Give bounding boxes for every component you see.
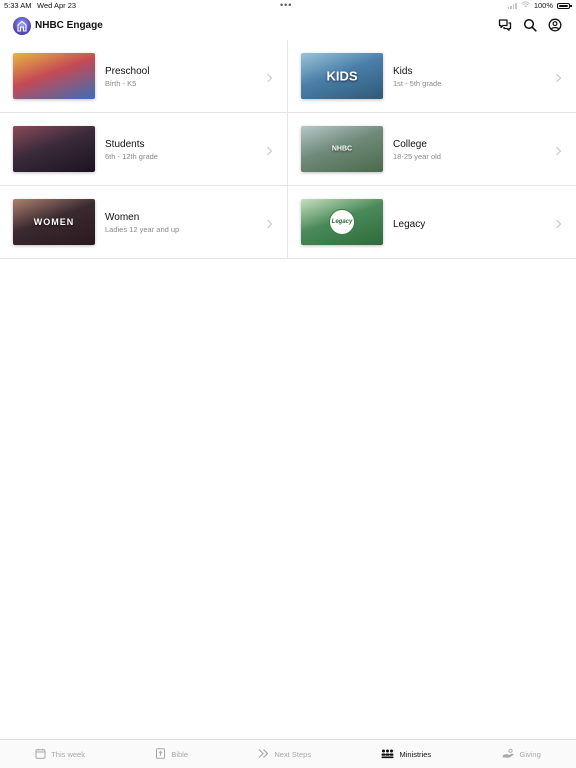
ministry-card-students[interactable]: Students 6th - 12th grade [0,113,288,185]
church-logo-icon[interactable] [13,17,31,35]
tab-ministries[interactable]: Ministries [381,748,431,761]
chevron-right-icon [266,143,273,156]
tab-label: Ministries [399,749,432,759]
tab-next-steps[interactable]: Next Steps [258,748,311,761]
ministry-title: Preschool [105,66,150,77]
ministry-subtitle: Ladies 12 year and up [105,225,180,234]
ministry-subtitle: 18-25 year old [393,152,441,161]
ministry-card-preschool[interactable]: Preschool Birth - K5 [0,40,288,112]
chevron-right-icon [555,216,562,229]
ministry-thumbnail: WOMEN [13,199,95,245]
ministry-thumbnail [13,126,95,172]
app-screen: 5:33 AM Wed Apr 23 ••• 100% NHBC Engage [0,0,576,768]
tab-bible[interactable]: Bible [155,747,189,761]
chevrons-icon [258,748,269,761]
header-actions [498,18,562,32]
ministry-title: Kids [393,66,413,77]
chevron-right-icon [555,143,562,156]
battery-icon [557,2,572,9]
ministry-thumbnail [13,53,95,99]
ministry-title: Legacy [393,219,426,230]
chat-icon[interactable] [498,18,512,32]
grid-row: Students 6th - 12th grade NHBC College 1… [0,113,576,186]
giving-icon [502,748,515,761]
thumbnail-text: NHBC [331,145,353,153]
ministry-title: Women [105,212,140,223]
wifi-icon [521,1,530,10]
chevron-right-icon [266,216,273,229]
calendar-icon [35,748,46,761]
thumbnail-text: WOMEN [33,217,75,227]
account-icon[interactable] [548,18,562,32]
ministry-title: Students [105,139,145,150]
status-bar: 5:33 AM Wed Apr 23 ••• 100% [0,0,576,12]
cellular-signal-icon [507,2,517,9]
ministry-card-legacy[interactable]: Legacy Legacy [288,186,576,258]
ministry-thumbnail: Legacy [301,199,383,245]
grid-row: Preschool Birth - K5 KIDS Kids 1st - 5th… [0,40,576,113]
ministry-subtitle: 1st - 5th grade [393,79,442,88]
status-indicators: 100% [507,1,572,10]
tab-label: Bible [171,749,189,759]
thumbnail-text: Legacy [331,219,353,225]
tab-giving[interactable]: Giving [502,748,541,761]
search-icon[interactable] [523,18,537,32]
tab-bar: This week Bible Next Steps Ministries Gi… [0,739,576,768]
tab-label: Giving [519,749,541,759]
app-header: NHBC Engage [0,12,576,40]
bible-icon [155,747,166,761]
ministry-card-women[interactable]: WOMEN Women Ladies 12 year and up [0,186,288,258]
ministry-card-college[interactable]: NHBC College 18-25 year old [288,113,576,185]
thumbnail-text: KIDS [326,68,358,84]
ministry-subtitle: Birth - K5 [105,79,137,88]
ministry-title: College [393,139,427,150]
grid-row: WOMEN Women Ladies 12 year and up Legacy… [0,186,576,259]
chevron-right-icon [266,70,273,83]
ministry-subtitle: 6th - 12th grade [105,152,158,161]
ministry-thumbnail: KIDS [301,53,383,99]
ministries-grid: Preschool Birth - K5 KIDS Kids 1st - 5th… [0,40,576,259]
chevron-right-icon [555,70,562,83]
tab-label: This week [51,749,85,759]
multitasking-dots[interactable]: ••• [280,0,292,10]
tab-label: Next Steps [274,749,312,759]
status-time: 5:33 AM [4,1,32,10]
status-date: Wed Apr 23 [37,1,77,10]
battery-percent: 100% [533,1,553,10]
app-title: NHBC Engage [35,20,103,31]
ministry-thumbnail: NHBC [301,126,383,172]
people-icon [381,748,394,761]
tab-this-week[interactable]: This week [35,748,85,761]
ministry-card-kids[interactable]: KIDS Kids 1st - 5th grade [288,40,576,112]
